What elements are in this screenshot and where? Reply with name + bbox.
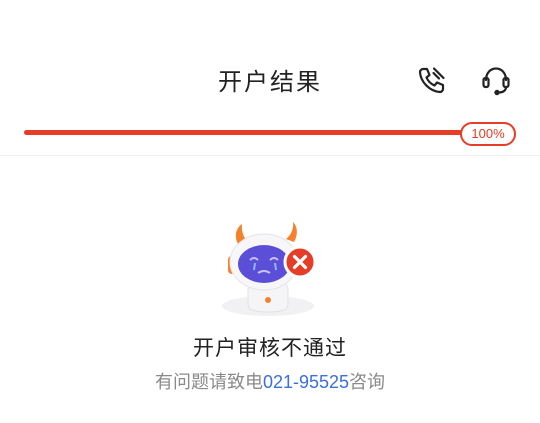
headset-icon[interactable] <box>478 62 514 98</box>
page-title: 开户结果 <box>218 68 322 96</box>
hint-suffix: 咨询 <box>349 372 386 393</box>
contact-hint: 有问题请致电021-95525咨询 <box>0 368 540 394</box>
hotline-link[interactable]: 021-95525 <box>263 372 349 392</box>
progress-fill <box>24 130 490 135</box>
divider <box>0 155 540 156</box>
page: 开户结果 100% 开户审核不通过 有问题请致电021-95525咨询 <box>0 0 540 423</box>
header: 开户结果 <box>0 0 540 160</box>
result-title: 开户审核不通过 <box>193 336 347 360</box>
phone-icon[interactable] <box>414 62 450 98</box>
hint-prefix: 有问题请致电 <box>154 372 263 393</box>
failed-mascot-icon <box>214 218 326 320</box>
progress-badge: 100% <box>460 122 516 146</box>
progress-bar <box>24 130 490 135</box>
